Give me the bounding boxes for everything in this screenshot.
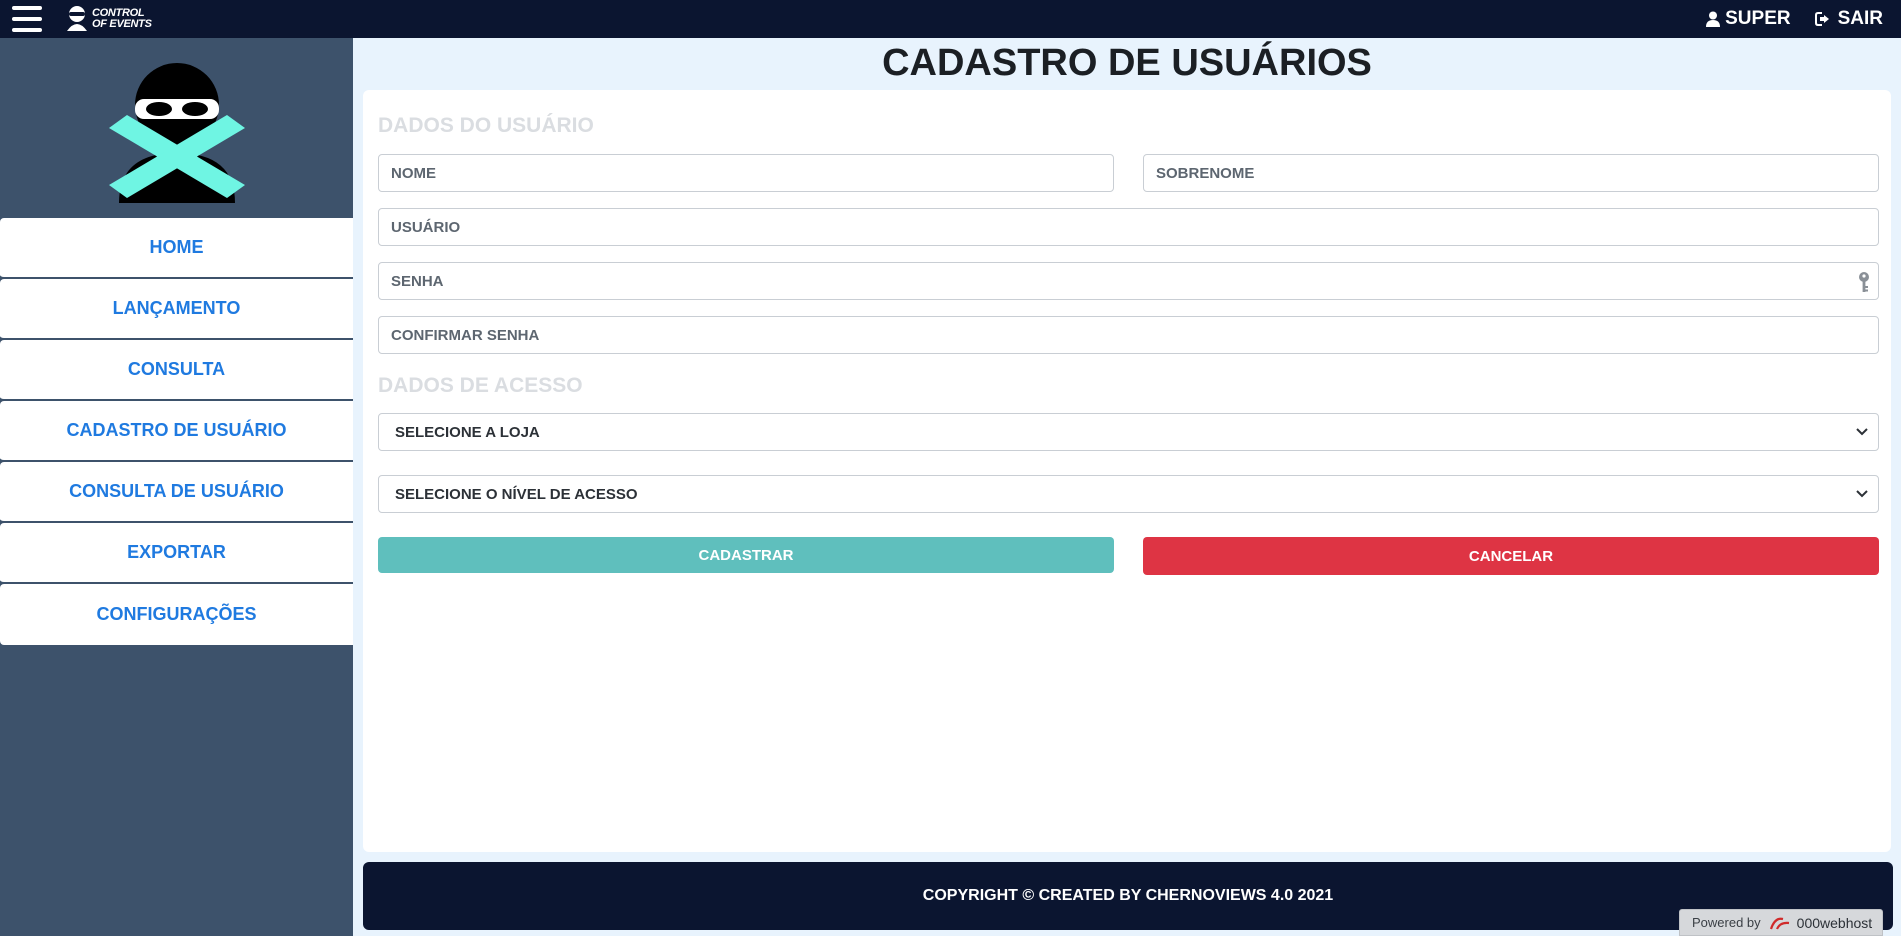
senha-input[interactable]: SENHA	[378, 262, 1879, 300]
chevron-down-icon	[1856, 428, 1868, 436]
chevron-down-icon	[1856, 490, 1868, 498]
brand-line-2: OF EVENTS	[92, 18, 152, 30]
user-menu-link[interactable]: SUPER	[1706, 8, 1791, 30]
powered-prefix: Powered by	[1692, 915, 1761, 930]
logout-link[interactable]: SAIR	[1814, 8, 1883, 30]
user-icon	[1706, 11, 1721, 27]
sidebar: HOME LANÇAMENTO CONSULTA CADASTRO DE USU…	[0, 38, 353, 936]
sidebar-item-exportar[interactable]: EXPORTAR	[0, 523, 353, 584]
logout-icon	[1814, 12, 1829, 26]
nome-input[interactable]: NOME	[378, 154, 1114, 192]
sidebar-item-lancamento[interactable]: LANÇAMENTO	[0, 279, 353, 340]
sidebar-avatar	[0, 38, 353, 218]
sidebar-item-consulta-usuario[interactable]: CONSULTA DE USUÁRIO	[0, 462, 353, 523]
footer: COPYRIGHT © CREATED BY CHERNOVIEWS 4.0 2…	[363, 862, 1893, 930]
thief-logo-icon	[67, 6, 87, 31]
usuario-input[interactable]: USUÁRIO	[378, 208, 1879, 246]
sidebar-item-configuracoes[interactable]: CONFIGURAÇÕES	[0, 584, 353, 645]
main-content: CADASTRO DE USUÁRIOS DADOS DO USUÁRIO NO…	[353, 38, 1901, 936]
topbar-right: SUPER SAIR	[1706, 8, 1883, 30]
sidebar-item-home[interactable]: HOME	[0, 218, 353, 279]
sobrenome-input[interactable]: SOBRENOME	[1143, 154, 1879, 192]
thief-avatar-icon	[108, 63, 245, 203]
user-name: SUPER	[1725, 8, 1791, 29]
topbar-left: CONTROL OF EVENTS	[0, 0, 152, 38]
top-navbar: CONTROL OF EVENTS SUPER SAIR	[0, 0, 1901, 38]
hamburger-line	[12, 17, 42, 21]
section-title-access-data: DADOS DE ACESSO	[378, 374, 583, 397]
section-title-user-data: DADOS DO USUÁRIO	[378, 114, 594, 137]
brand-text: CONTROL OF EVENTS	[92, 8, 152, 30]
confirmar-senha-input[interactable]: CONFIRMAR SENHA	[378, 316, 1879, 354]
sidebar-menu: HOME LANÇAMENTO CONSULTA CADASTRO DE USU…	[0, 218, 353, 645]
nivel-acesso-select-value: SELECIONE O NÍVEL DE ACESSO	[395, 485, 638, 503]
nivel-acesso-select[interactable]: SELECIONE O NÍVEL DE ACESSO	[378, 475, 1879, 513]
senha-placeholder: SENHA	[391, 272, 444, 290]
loja-select-value: SELECIONE A LOJA	[395, 423, 540, 441]
page-title: CADASTRO DE USUÁRIOS	[882, 42, 1372, 84]
powered-host: 000webhost	[1796, 914, 1873, 931]
sidebar-item-cadastro-usuario[interactable]: CADASTRO DE USUÁRIO	[0, 401, 353, 462]
key-icon[interactable]	[1858, 271, 1870, 293]
hamburger-icon[interactable]	[12, 6, 42, 32]
hamburger-line	[12, 6, 42, 10]
loja-select[interactable]: SELECIONE A LOJA	[378, 413, 1879, 451]
sidebar-item-consulta[interactable]: CONSULTA	[0, 340, 353, 401]
webhost-logo-icon	[1769, 917, 1789, 929]
brand-logo[interactable]: CONTROL OF EVENTS	[64, 5, 152, 33]
cadastrar-button[interactable]: CADASTRAR	[378, 537, 1114, 573]
user-form-card: DADOS DO USUÁRIO NOME SOBRENOME USUÁRIO …	[363, 90, 1891, 852]
footer-copyright: COPYRIGHT © CREATED BY CHERNOVIEWS 4.0 2…	[922, 887, 1334, 904]
hamburger-line	[12, 28, 42, 32]
logout-label: SAIR	[1837, 8, 1883, 29]
cancelar-button[interactable]: CANCELAR	[1143, 537, 1879, 575]
powered-by-badge[interactable]: Powered by 000webhost	[1679, 909, 1883, 936]
